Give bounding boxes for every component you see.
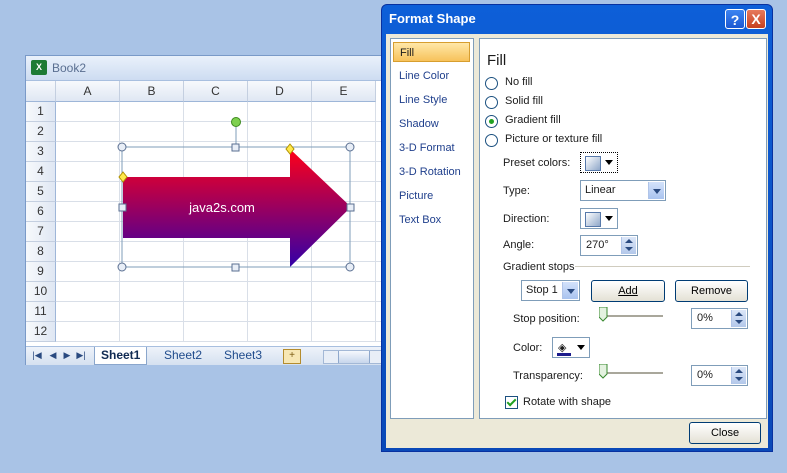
preset-colors-label: Preset colors:	[503, 157, 571, 169]
first-sheet-icon[interactable]: |◀	[32, 350, 42, 361]
format-shape-dialog: Format Shape ? X Fill Line Color Line St…	[381, 4, 773, 452]
rotate-with-shape-label: Rotate with shape	[523, 396, 612, 408]
chevron-down-icon	[605, 216, 613, 221]
sheet-tab-bar: |◀ ◀ ▶ ▶| Sheet1 Sheet2 Sheet3 +	[26, 346, 386, 365]
stop-position-value: 0%	[697, 312, 713, 324]
shape-text: java2s.com	[188, 200, 255, 215]
direction-picker[interactable]	[580, 208, 618, 229]
gradient-fill-radio[interactable]	[485, 115, 498, 128]
dialog-title: Format Shape	[389, 11, 476, 26]
no-fill-radio[interactable]	[485, 77, 498, 90]
preset-color-swatch	[585, 156, 601, 171]
direction-swatch	[585, 212, 601, 227]
close-icon[interactable]: X	[746, 9, 766, 29]
color-swatch	[557, 353, 571, 356]
stop-position-label: Stop position:	[513, 313, 580, 325]
help-icon[interactable]: ?	[725, 9, 745, 29]
transparency-label: Transparency:	[513, 370, 583, 382]
slider-thumb[interactable]	[599, 364, 608, 379]
preset-colors-picker[interactable]	[580, 152, 618, 173]
chevron-down-icon	[577, 345, 585, 350]
rotate-with-shape-checkbox[interactable]	[505, 396, 518, 409]
no-fill-label: No fill	[505, 76, 533, 88]
remove-stop-button[interactable]: Remove	[675, 280, 748, 302]
category-fill[interactable]: Fill	[393, 42, 470, 62]
excel-window: X Book2 A B C D E 1 2 3 4 5 6 7 8 9 10 1…	[25, 55, 388, 365]
gradient-stops-label: Gradient stops	[503, 261, 575, 273]
sheet-tab-3[interactable]: Sheet3	[218, 347, 268, 364]
sheet-tab-2[interactable]: Sheet2	[158, 347, 208, 364]
direction-label: Direction:	[503, 213, 550, 225]
type-value: Linear	[585, 184, 616, 196]
color-picker[interactable]: ◈	[552, 337, 590, 358]
transparency-value: 0%	[697, 369, 713, 381]
resize-handle-w[interactable]	[118, 203, 127, 212]
scroll-thumb[interactable]	[338, 351, 370, 363]
color-label: Color:	[513, 342, 543, 354]
resize-handle-nw[interactable]	[117, 142, 127, 152]
category-text-box[interactable]: Text Box	[393, 210, 470, 230]
stop-position-spinner[interactable]: 0%	[691, 308, 748, 329]
category-line-style[interactable]: Line Style	[393, 90, 470, 110]
arrow-shape-layer: java2s.com	[117, 117, 355, 272]
chevron-down-icon[interactable]	[648, 182, 664, 199]
resize-handle-se[interactable]	[345, 262, 355, 272]
category-3d-format[interactable]: 3-D Format	[393, 138, 470, 158]
chevron-down-icon[interactable]	[562, 282, 578, 299]
category-list: Fill Line Color Line Style Shadow 3-D Fo…	[390, 38, 474, 419]
type-select[interactable]: Linear	[580, 180, 666, 201]
stop-select[interactable]: Stop 1	[521, 280, 580, 301]
stop-position-stepper[interactable]	[731, 310, 746, 327]
solid-fill-label: Solid fill	[505, 95, 543, 107]
category-3d-rotation[interactable]: 3-D Rotation	[393, 162, 470, 182]
fill-pane: Fill No fill Solid fill Gradient fill Pi…	[479, 38, 767, 419]
category-shadow[interactable]: Shadow	[393, 114, 470, 134]
resize-handle-e[interactable]	[346, 203, 355, 212]
section-divider	[575, 266, 750, 267]
slider-thumb[interactable]	[599, 307, 608, 322]
resize-handle-n[interactable]	[231, 143, 240, 152]
transparency-spinner[interactable]: 0%	[691, 365, 748, 386]
category-picture[interactable]: Picture	[393, 186, 470, 206]
category-line-color[interactable]: Line Color	[393, 66, 470, 86]
type-label: Type:	[503, 185, 530, 197]
transparency-stepper[interactable]	[731, 367, 746, 384]
next-sheet-icon[interactable]: ▶	[62, 350, 72, 361]
close-button[interactable]: Close	[689, 422, 761, 444]
resize-handle-sw[interactable]	[117, 262, 127, 272]
angle-label: Angle:	[503, 239, 535, 251]
picture-fill-radio[interactable]	[485, 134, 498, 147]
horizontal-scrollbar[interactable]	[323, 350, 384, 364]
dialog-body: Fill Line Color Line Style Shadow 3-D Fo…	[386, 34, 768, 448]
gradient-fill-label: Gradient fill	[505, 114, 561, 126]
sheet-tab-1[interactable]: Sheet1	[94, 347, 148, 365]
stop-value: Stop 1	[526, 284, 558, 296]
transparency-slider[interactable]	[599, 364, 663, 382]
chevron-down-icon	[605, 160, 613, 165]
solid-fill-radio[interactable]	[485, 96, 498, 109]
angle-spinner[interactable]: 270°	[580, 235, 638, 256]
picture-fill-label: Picture or texture fill	[505, 133, 603, 145]
resize-handle-ne[interactable]	[345, 142, 355, 152]
resize-handle-s[interactable]	[231, 263, 240, 272]
stop-position-slider[interactable]	[599, 307, 663, 325]
angle-stepper[interactable]	[621, 237, 636, 254]
pane-title: Fill	[487, 52, 507, 69]
last-sheet-icon[interactable]: ▶|	[76, 350, 86, 361]
prev-sheet-icon[interactable]: ◀	[48, 350, 58, 361]
add-stop-button[interactable]: Add	[591, 280, 665, 302]
rotation-handle[interactable]	[231, 117, 241, 127]
insert-sheet-icon[interactable]: +	[283, 349, 301, 364]
angle-value: 270°	[586, 239, 609, 251]
